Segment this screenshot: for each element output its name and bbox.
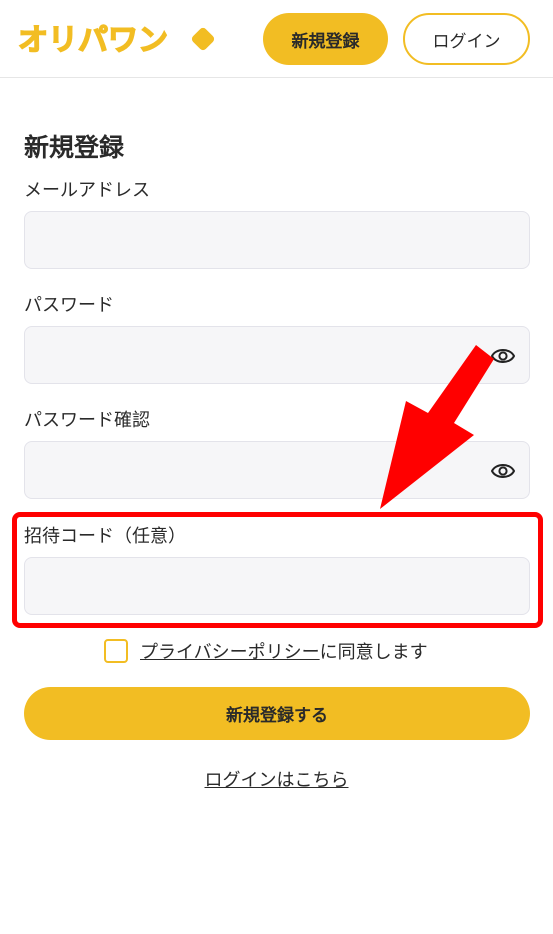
- header-login-button[interactable]: ログイン: [403, 13, 530, 65]
- header: オリパワン 新規登録 ログイン: [0, 0, 553, 78]
- submit-register-button[interactable]: 新規登録する: [24, 687, 530, 740]
- header-register-button[interactable]: 新規登録: [263, 13, 388, 65]
- password-confirm-label: パスワード確認: [24, 410, 150, 431]
- annotation-highlight-box: [12, 512, 543, 628]
- email-label: メールアドレス: [24, 180, 150, 201]
- email-field[interactable]: [25, 212, 529, 268]
- email-field-box: [24, 211, 530, 269]
- login-link[interactable]: ログインはこちら: [0, 766, 553, 792]
- consent-text: に同意します: [319, 642, 428, 663]
- consent-checkbox[interactable]: [104, 639, 128, 663]
- privacy-policy-link[interactable]: プライバシーポリシー: [140, 638, 320, 664]
- logo-text: オリパワン: [18, 23, 168, 58]
- logo[interactable]: オリパワン: [16, 18, 216, 58]
- password-label: パスワード: [24, 295, 114, 316]
- arrow-icon: [380, 345, 494, 509]
- page-title: 新規登録: [24, 133, 125, 162]
- consent-row: プライバシーポリシー に同意します: [104, 638, 428, 664]
